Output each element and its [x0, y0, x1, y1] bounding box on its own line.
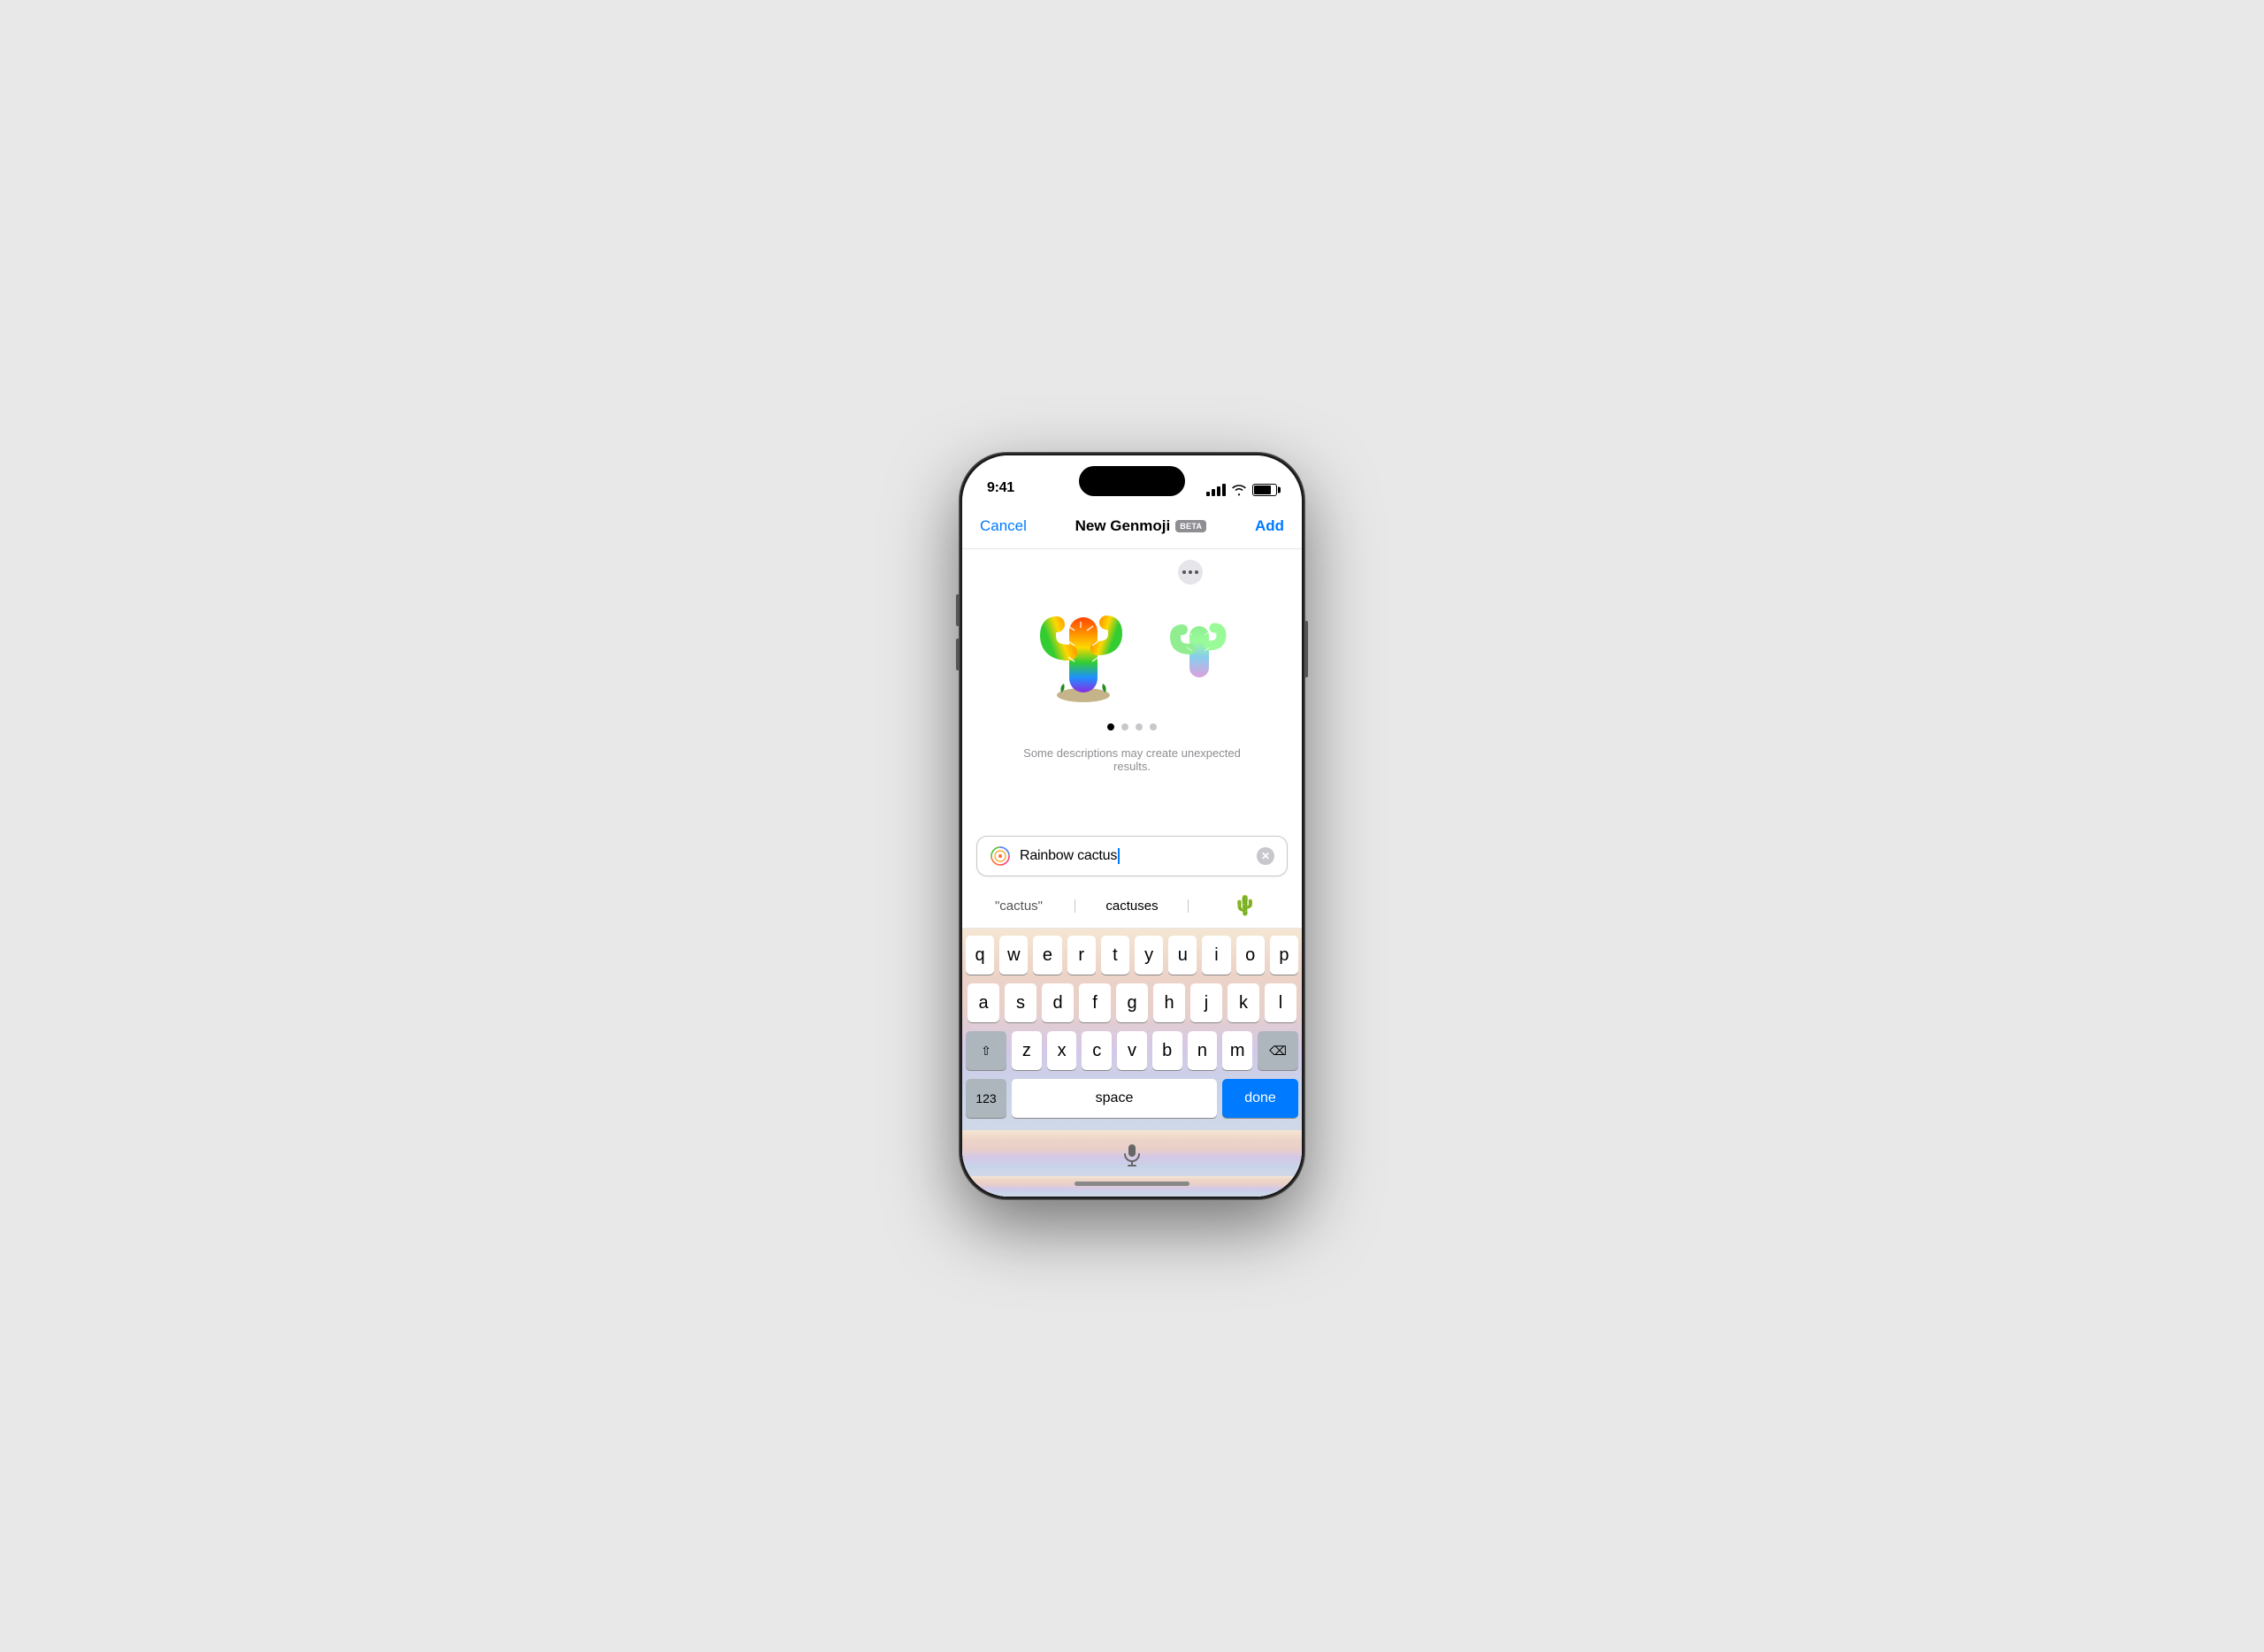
key-h[interactable]: h [1153, 983, 1185, 1022]
nav-bar: Cancel New Genmoji BETA Add [962, 503, 1302, 549]
page-dot-1[interactable] [1107, 723, 1114, 730]
beta-badge: BETA [1175, 520, 1206, 532]
keyboard-area: Rainbow cactus ✕ "cactus" cactuses 🌵 q [962, 829, 1302, 1197]
add-button[interactable]: Add [1255, 517, 1284, 535]
search-container: Rainbow cactus ✕ [976, 836, 1288, 876]
keyboard-row-4: 123 space done [966, 1079, 1298, 1118]
search-input-wrapper[interactable]: Rainbow cactus ✕ [976, 836, 1288, 876]
microphone-button[interactable] [1116, 1139, 1148, 1171]
keyboard: q w e r t y u i o p a s [962, 929, 1302, 1130]
key-b[interactable]: b [1152, 1031, 1182, 1070]
key-t[interactable]: t [1101, 936, 1129, 975]
shift-key[interactable]: ⇧ [966, 1031, 1006, 1070]
key-p[interactable]: p [1270, 936, 1298, 975]
nav-title-area: New Genmoji BETA [1075, 517, 1207, 535]
clear-button[interactable]: ✕ [1257, 847, 1274, 865]
page-dot-2[interactable] [1121, 723, 1128, 730]
status-time: 9:41 [987, 480, 1014, 496]
home-indicator-area [962, 1176, 1302, 1197]
backspace-key[interactable]: ⌫ [1258, 1031, 1298, 1070]
autocomplete-bar: "cactus" cactuses 🌵 [962, 883, 1302, 929]
page-dot-3[interactable] [1136, 723, 1143, 730]
done-key[interactable]: done [1222, 1079, 1298, 1118]
key-v[interactable]: v [1117, 1031, 1147, 1070]
bottom-area [962, 1130, 1302, 1176]
search-input[interactable]: Rainbow cactus [1020, 848, 1248, 864]
key-g[interactable]: g [1116, 983, 1148, 1022]
cancel-button[interactable]: Cancel [980, 517, 1027, 535]
key-n[interactable]: n [1188, 1031, 1218, 1070]
key-z[interactable]: z [1012, 1031, 1042, 1070]
autocomplete-cactuses[interactable]: cactuses [1075, 895, 1189, 917]
autocomplete-cactus-emoji[interactable]: 🌵 [1189, 891, 1302, 921]
nav-title: New Genmoji [1075, 517, 1171, 535]
emoji-preview-area: Some descriptions may create unexpected … [962, 549, 1302, 829]
keyboard-row-3: ⇧ z x c v b n m ⌫ [966, 1031, 1298, 1070]
key-i[interactable]: i [1202, 936, 1230, 975]
key-w[interactable]: w [999, 936, 1028, 975]
warning-text: Some descriptions may create unexpected … [980, 739, 1284, 787]
key-j[interactable]: j [1190, 983, 1222, 1022]
volume-down-button[interactable] [956, 639, 960, 670]
status-bar: 9:41 [962, 455, 1302, 503]
keyboard-row-2: a s d f g h j k l [966, 983, 1298, 1022]
key-a[interactable]: a [968, 983, 999, 1022]
volume-up-button[interactable] [956, 594, 960, 626]
cactus-preview-container [1030, 591, 1234, 706]
wifi-icon [1231, 484, 1247, 496]
home-indicator [1075, 1182, 1189, 1186]
microphone-icon [1121, 1143, 1143, 1167]
key-y[interactable]: y [1135, 936, 1163, 975]
key-o[interactable]: o [1236, 936, 1265, 975]
key-l[interactable]: l [1265, 983, 1296, 1022]
key-k[interactable]: k [1228, 983, 1259, 1022]
key-d[interactable]: d [1042, 983, 1074, 1022]
key-m[interactable]: m [1222, 1031, 1252, 1070]
page-dot-4[interactable] [1150, 723, 1157, 730]
key-r[interactable]: r [1067, 936, 1096, 975]
battery-icon [1252, 484, 1277, 496]
key-f[interactable]: f [1079, 983, 1111, 1022]
key-e[interactable]: e [1033, 936, 1061, 975]
key-s[interactable]: s [1005, 983, 1036, 1022]
content-area: Some descriptions may create unexpected … [962, 549, 1302, 1197]
phone-screen: 9:41 Cancel [962, 455, 1302, 1197]
key-u[interactable]: u [1168, 936, 1197, 975]
keyboard-row-1: q w e r t y u i o p [966, 936, 1298, 975]
space-key[interactable]: space [1012, 1079, 1217, 1118]
dynamic-island [1079, 466, 1185, 496]
autocomplete-cactus-quoted[interactable]: "cactus" [962, 895, 1075, 917]
signal-icon [1206, 484, 1226, 496]
numbers-key[interactable]: 123 [966, 1079, 1006, 1118]
key-c[interactable]: c [1082, 1031, 1112, 1070]
phone-device: 9:41 Cancel [960, 453, 1304, 1199]
power-button[interactable] [1304, 621, 1308, 677]
genmoji-icon [990, 845, 1011, 867]
pagination-dots [1107, 723, 1157, 730]
status-icons [1206, 484, 1277, 496]
more-options-button[interactable] [1178, 560, 1203, 585]
rainbow-cactus-secondary [1163, 608, 1234, 688]
key-q[interactable]: q [966, 936, 994, 975]
rainbow-cactus-main [1030, 591, 1136, 706]
key-x[interactable]: x [1047, 1031, 1077, 1070]
